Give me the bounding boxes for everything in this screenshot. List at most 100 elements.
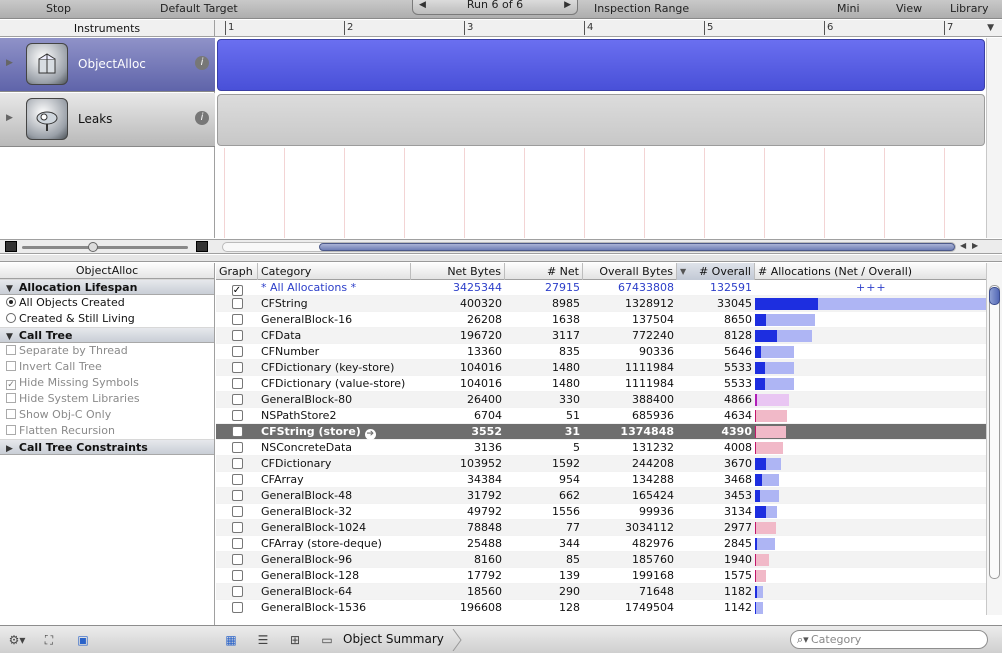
- table-row[interactable]: GeneralBlock-32 49792 1556 99936 3134: [216, 504, 986, 520]
- table-row[interactable]: CFDictionary (value-store) 104016 1480 1111…: [216, 376, 986, 392]
- run-selector[interactable]: ◀ Run 6 of 6 ▶: [412, 0, 578, 15]
- table-row[interactable]: NSConcreteData 3136 5 131232 4008: [216, 440, 986, 456]
- column-header-net-bytes[interactable]: Net Bytes: [411, 263, 505, 280]
- radio-icon[interactable]: [6, 313, 16, 323]
- instrument-objectalloc[interactable]: ▶ ObjectAlloc i: [0, 38, 215, 92]
- graph-checkbox[interactable]: [231, 378, 243, 389]
- checkbox-icon[interactable]: [6, 361, 16, 371]
- info-icon[interactable]: i: [195, 56, 209, 70]
- radio-created-still-living[interactable]: Created & Still Living: [0, 311, 214, 327]
- search-input[interactable]: ⌕▾ Category: [790, 630, 988, 649]
- table-row[interactable]: GeneralBlock-96 8160 85 185760 1940: [216, 552, 986, 568]
- zoom-slider[interactable]: [22, 246, 188, 249]
- table-row[interactable]: GeneralBlock-128 17792 139 199168 1575: [216, 568, 986, 584]
- objectalloc-track[interactable]: [217, 39, 985, 91]
- table-row[interactable]: NSPathStore2 6704 51 685936 4634: [216, 408, 986, 424]
- list-view-icon[interactable]: ☰: [252, 632, 274, 648]
- checkbox-icon[interactable]: [6, 393, 16, 403]
- table-row[interactable]: CFString (store) ➔ 3552 31 1374848 4390: [216, 424, 986, 440]
- graph-checkbox[interactable]: [231, 346, 243, 357]
- graph-checkbox[interactable]: [231, 426, 243, 437]
- timeline-horizontal-scrollbar[interactable]: [222, 242, 956, 252]
- table-row-totals[interactable]: ✓ * All Allocations * 3425344 27915 67433808…: [216, 280, 986, 296]
- table-row[interactable]: GeneralBlock-64 18560 290 71648 1182: [216, 584, 986, 600]
- checkbox-icon[interactable]: [6, 409, 16, 419]
- allocation-lifespan-header[interactable]: ▼ Allocation Lifespan: [0, 279, 214, 295]
- table-row[interactable]: GeneralBlock-1024 78848 77 3034112 2977: [216, 520, 986, 536]
- graph-checkbox[interactable]: [231, 490, 243, 501]
- graph-checkbox[interactable]: [231, 538, 243, 549]
- call-tree-header[interactable]: ▼ Call Tree: [0, 327, 214, 343]
- graph-checkbox[interactable]: [231, 522, 243, 533]
- table-row[interactable]: CFArray (store-deque) 25488 344 482976 2845: [216, 536, 986, 552]
- call-tree-constraints-header[interactable]: ▶ Call Tree Constraints: [0, 439, 214, 455]
- checkbox-separate-by-thread[interactable]: Separate by Thread: [0, 343, 214, 359]
- graph-checkbox[interactable]: [231, 410, 243, 421]
- table-row[interactable]: GeneralBlock-1536 196608 128 1749504 1142: [216, 600, 986, 615]
- checkbox-hide-missing-symbols[interactable]: ✓ Hide Missing Symbols: [0, 375, 214, 391]
- table-row[interactable]: CFArray 34384 954 134288 3468: [216, 472, 986, 488]
- previous-run-icon[interactable]: ◀: [419, 0, 426, 14]
- column-header-graph[interactable]: Graph: [216, 263, 258, 280]
- graph-checkbox[interactable]: [231, 506, 243, 517]
- column-header-allocations[interactable]: # Allocations (Net / Overall): [755, 263, 986, 280]
- breadcrumb-object-summary[interactable]: Object Summary: [343, 632, 444, 646]
- checkbox-icon[interactable]: [6, 425, 16, 435]
- tracks-area[interactable]: [216, 38, 986, 238]
- view-button[interactable]: View: [896, 2, 922, 15]
- default-target-menu[interactable]: Default Target: [160, 2, 238, 15]
- graph-checkbox[interactable]: [231, 458, 243, 469]
- disclosure-triangle-icon[interactable]: ▶: [6, 113, 13, 123]
- chevron-down-icon[interactable]: ▼: [987, 23, 994, 33]
- track-vertical-scrollbar[interactable]: [986, 38, 1002, 238]
- stop-button[interactable]: Stop: [46, 2, 71, 15]
- focus-icon[interactable]: ⛶: [38, 632, 60, 648]
- table-row[interactable]: GeneralBlock-48 31792 662 165424 3453: [216, 488, 986, 504]
- scrollbar-thumb[interactable]: [989, 287, 1000, 305]
- table-row[interactable]: CFString 400320 8985 1328912 33045: [216, 296, 986, 312]
- table-row[interactable]: GeneralBlock-16 26208 1638 137504 8650: [216, 312, 986, 328]
- window-icon[interactable]: ▣: [72, 632, 94, 648]
- graph-checkbox[interactable]: ✓: [231, 285, 243, 296]
- graph-checkbox[interactable]: [231, 298, 243, 309]
- graph-checkbox[interactable]: [231, 474, 243, 485]
- leaks-track[interactable]: [217, 94, 985, 146]
- pane-splitter[interactable]: [0, 255, 1002, 262]
- column-header-num-overall[interactable]: ▼ # Overall: [677, 263, 755, 280]
- library-button[interactable]: Library: [950, 2, 988, 15]
- checkbox-flatten-recursion[interactable]: Flatten Recursion: [0, 423, 214, 439]
- instrument-leaks[interactable]: ▶ Leaks i: [0, 93, 215, 147]
- table-row[interactable]: CFData 196720 3117 772240 8128: [216, 328, 986, 344]
- graph-checkbox[interactable]: [231, 570, 243, 581]
- checkbox-icon[interactable]: [6, 345, 16, 355]
- info-icon[interactable]: i: [195, 111, 209, 125]
- inspection-range-control[interactable]: Inspection Range: [594, 2, 689, 15]
- checkbox-show-objc-only[interactable]: Show Obj-C Only: [0, 407, 214, 423]
- table-row[interactable]: CFDictionary 103952 1592 244208 3670: [216, 456, 986, 472]
- timeline-ruler[interactable]: Instruments 1 2 3 4 5 6 7 ▼: [0, 20, 1002, 37]
- table-vertical-scrollbar[interactable]: [986, 263, 1002, 615]
- column-header-num-net[interactable]: # Net: [505, 263, 583, 280]
- graph-checkbox[interactable]: [231, 586, 243, 597]
- radio-selected-icon[interactable]: [6, 297, 16, 307]
- scroll-left-icon[interactable]: ◀: [960, 241, 966, 250]
- graph-checkbox[interactable]: [231, 314, 243, 325]
- radio-all-objects-created[interactable]: All Objects Created: [0, 295, 214, 311]
- checkbox-checked-icon[interactable]: ✓: [6, 380, 16, 390]
- table-row[interactable]: CFNumber 13360 835 90336 5646: [216, 344, 986, 360]
- graph-checkbox[interactable]: [231, 362, 243, 373]
- scrollbar-thumb[interactable]: [319, 243, 955, 251]
- table-view-icon[interactable]: ▦: [220, 632, 242, 648]
- mini-button[interactable]: Mini: [837, 2, 860, 15]
- zoom-out-icon[interactable]: [5, 241, 17, 252]
- graph-checkbox[interactable]: [231, 394, 243, 405]
- graph-checkbox[interactable]: [231, 602, 243, 613]
- go-arrow-icon[interactable]: ➔: [364, 429, 376, 440]
- gear-icon[interactable]: ⚙▾: [6, 632, 28, 648]
- zoom-in-icon[interactable]: [196, 241, 208, 252]
- graph-checkbox[interactable]: [231, 330, 243, 341]
- checkbox-hide-system-libraries[interactable]: Hide System Libraries: [0, 391, 214, 407]
- table-row[interactable]: CFDictionary (key-store) 104016 1480 111198…: [216, 360, 986, 376]
- column-header-overall-bytes[interactable]: Overall Bytes: [583, 263, 677, 280]
- column-header-category[interactable]: Category: [258, 263, 411, 280]
